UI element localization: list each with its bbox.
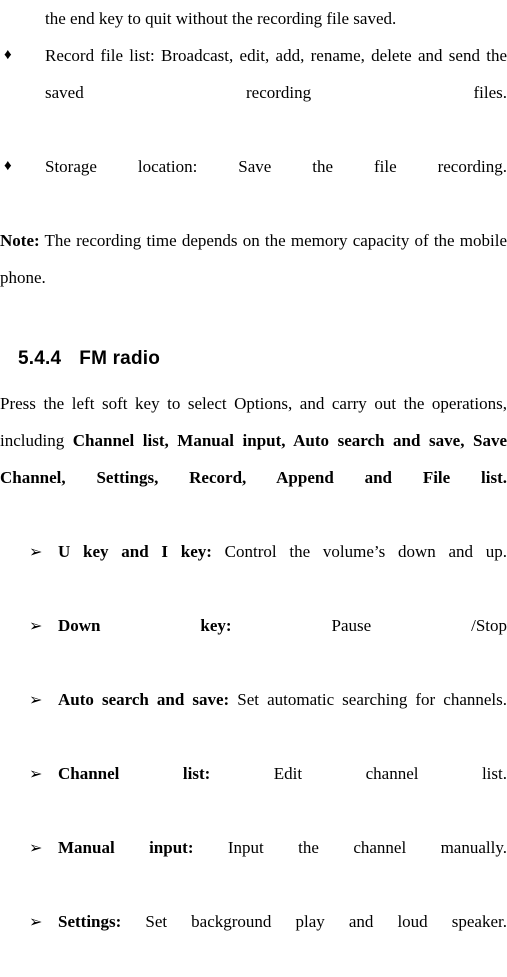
arrow-bullet-icon: ➢	[29, 542, 43, 561]
list-item-description: Pause /Stop	[231, 616, 507, 635]
section-heading: 5.4.4 FM radio	[0, 333, 507, 385]
intro-text-bold: Channel list, Manual input, Auto search …	[0, 431, 507, 487]
arrow-bullet-icon: ➢	[29, 616, 43, 635]
arrow-bullet-icon: ➢	[29, 838, 43, 857]
list-item-term: Channel list:	[58, 764, 211, 783]
list-item: ➢ U key and I key: Control the volume’s d…	[0, 533, 507, 607]
list-item-description: Set background play and loud speaker.	[121, 912, 507, 931]
list-item-term: U key and I key:	[58, 542, 212, 561]
arrow-bullet-icon: ➢	[29, 764, 43, 783]
diamond-bullet-icon: ♦	[4, 47, 12, 63]
arrow-bullet-icon: ➢	[29, 690, 43, 709]
list-item: ➢ Down key: Pause /Stop	[0, 607, 507, 681]
list-item-description: Control the volume’s down and up.	[211, 542, 507, 561]
list-item-term: Manual input:	[58, 838, 194, 857]
diamond-bullet-icon: ♦	[4, 158, 12, 174]
note-paragraph: Note: The recording time depends on the …	[0, 222, 507, 333]
arrow-bullet-list: ➢ U key and I key: Control the volume’s d…	[0, 533, 507, 977]
list-item-text: Storage location: Save the file recordin…	[45, 157, 507, 176]
list-item: ➢ Channel list: Edit channel list.	[0, 755, 507, 829]
intro-paragraph: Press the left soft key to select Option…	[0, 385, 507, 533]
document-page: the end key to quit without the recordin…	[0, 0, 507, 931]
list-item: ♦ Storage location: Save the file record…	[0, 148, 507, 222]
list-item-text: Record file list: Broadcast, edit, add, …	[45, 46, 507, 102]
note-text: The recording time depends on the memory…	[0, 231, 507, 287]
list-item: ➢ Manual input: Input the channel manuall…	[0, 829, 507, 903]
arrow-bullet-icon: ➢	[29, 912, 43, 931]
list-item-description: Set automatic searching for channels.	[229, 690, 507, 709]
list-item-description: Edit channel list.	[210, 764, 507, 783]
section-title: FM radio	[79, 348, 161, 369]
list-item: ♦ Record file list: Broadcast, edit, add…	[0, 37, 507, 148]
diamond-bullet-list: ♦ Record file list: Broadcast, edit, add…	[0, 37, 507, 222]
list-item: ➢ Settings: Set background play and loud …	[0, 903, 507, 977]
list-item: ➢ Auto search and save: Set automatic sea…	[0, 681, 507, 755]
list-item-term: Settings:	[58, 912, 122, 931]
paragraph-continuation: the end key to quit without the recordin…	[45, 9, 397, 28]
list-item-term: Down key:	[58, 616, 232, 635]
note-label: Note:	[0, 231, 40, 250]
list-item-description: Input the channel manually.	[193, 838, 507, 857]
section-number: 5.4.4	[18, 348, 62, 369]
list-item-term: Auto search and save:	[58, 690, 230, 709]
